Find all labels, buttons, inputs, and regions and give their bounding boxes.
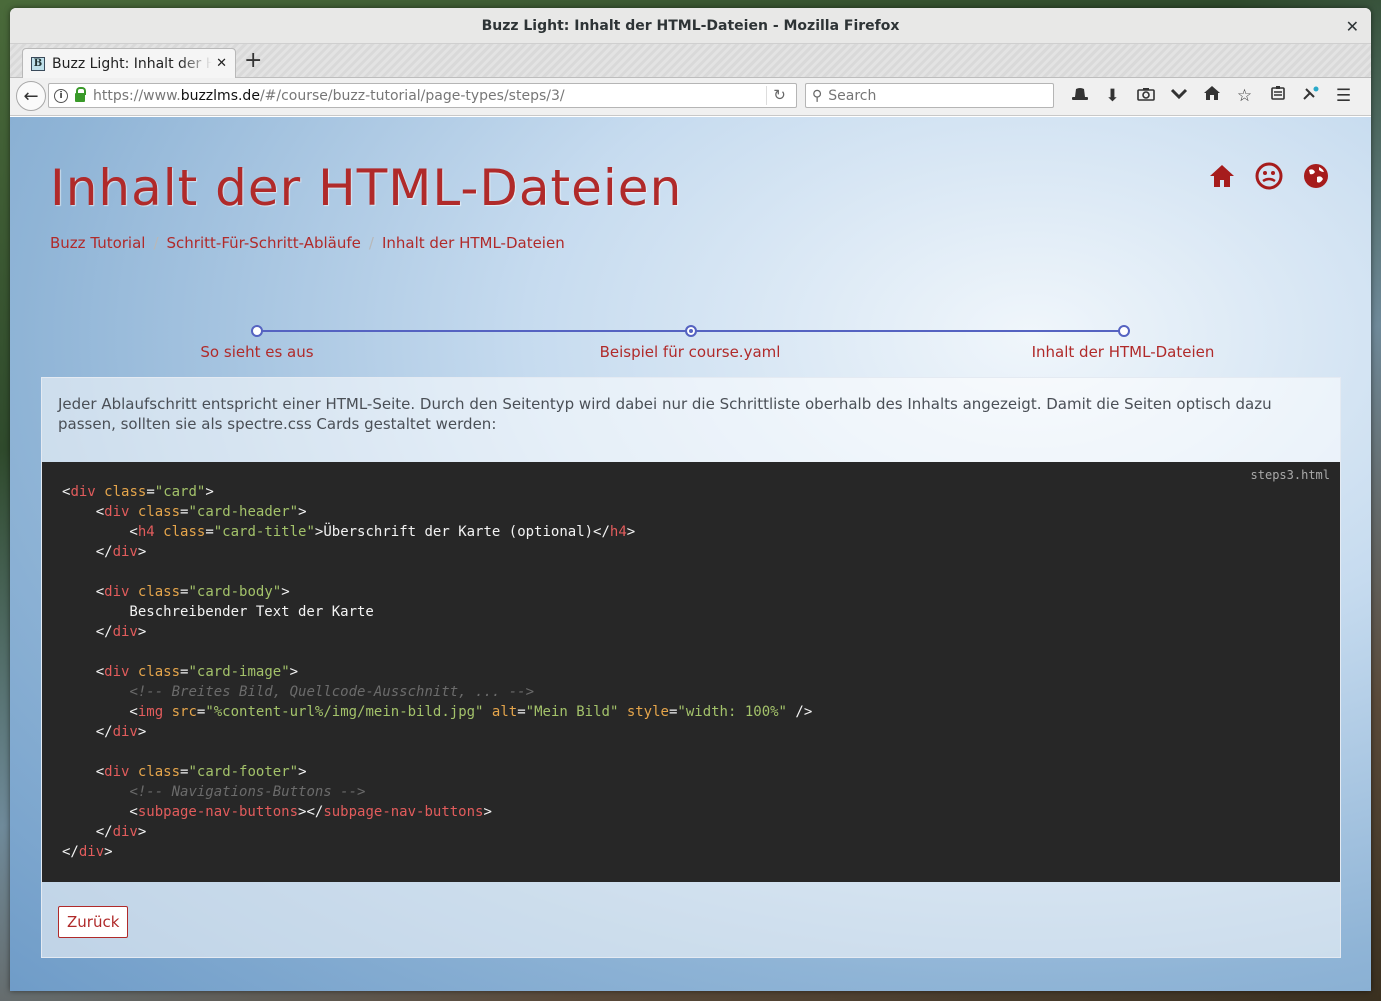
search-bar[interactable]: ⚲ bbox=[805, 83, 1054, 108]
hat-icon[interactable] bbox=[1063, 84, 1096, 108]
breadcrumb-separator: / bbox=[153, 234, 159, 252]
tab-title: Buzz Light: Inhalt der HTML-Dateien bbox=[52, 55, 212, 72]
page-content: Inhalt der HTML-Dateien Buzz Tutorial / … bbox=[10, 117, 1371, 991]
breadcrumb-item[interactable]: Inhalt der HTML-Dateien bbox=[382, 234, 565, 252]
globe-icon[interactable] bbox=[1301, 162, 1331, 192]
window-title: Buzz Light: Inhalt der HTML-Dateien - Mo… bbox=[481, 17, 900, 34]
back-button[interactable]: ← bbox=[16, 81, 46, 111]
code-filename: steps3.html bbox=[1250, 468, 1330, 482]
step-label[interactable]: So sieht es aus bbox=[200, 343, 313, 361]
home-icon[interactable] bbox=[1195, 84, 1228, 108]
breadcrumb: Buzz Tutorial / Schritt-Für-Schritt-Ablä… bbox=[50, 234, 565, 252]
url-text[interactable]: https://www.buzzlms.de/#/course/buzz-tut… bbox=[93, 88, 565, 104]
download-icon[interactable]: ⬇ bbox=[1096, 84, 1129, 108]
code-content: <div class="card"> <div class="card-head… bbox=[62, 484, 813, 860]
breadcrumb-item[interactable]: Schritt-Für-Schritt-Abläufe bbox=[167, 234, 361, 252]
bookmark-star-icon[interactable]: ☆ bbox=[1228, 84, 1261, 108]
step-dot[interactable] bbox=[251, 325, 263, 337]
step-label[interactable]: Beispiel für course.yaml bbox=[600, 343, 781, 361]
step-dot[interactable] bbox=[1118, 325, 1130, 337]
search-icon: ⚲ bbox=[812, 87, 823, 104]
screenshot-icon[interactable] bbox=[1129, 84, 1162, 108]
user-icon[interactable] bbox=[1254, 162, 1284, 192]
header-icons bbox=[1207, 162, 1331, 192]
breadcrumb-item[interactable]: Buzz Tutorial bbox=[50, 234, 145, 252]
step-label[interactable]: Inhalt der HTML-Dateien bbox=[1032, 343, 1215, 361]
menu-icon[interactable]: ☰ bbox=[1327, 84, 1360, 108]
step-dot-active[interactable] bbox=[685, 325, 697, 337]
new-tab-icon[interactable]: + bbox=[244, 50, 262, 72]
page-info-icon[interactable]: i bbox=[54, 88, 68, 103]
url-bar[interactable]: i https://www.buzzlms.de/#/course/buzz-t… bbox=[48, 83, 797, 108]
card-description: Jeder Ablaufschritt entspricht einer HTM… bbox=[58, 395, 1272, 433]
title-bar: Buzz Light: Inhalt der HTML-Dateien - Mo… bbox=[10, 8, 1371, 44]
close-window-icon[interactable]: ✕ bbox=[1346, 17, 1359, 36]
extension-icon[interactable] bbox=[1294, 84, 1327, 108]
toolbar-icons: ⬇ ☆ ☰ bbox=[1063, 84, 1360, 108]
content-card: Jeder Ablaufschritt entspricht einer HTM… bbox=[41, 377, 1341, 958]
step-list: So sieht es aus Beispiel für course.yaml… bbox=[10, 313, 1371, 363]
reading-list-icon[interactable] bbox=[1261, 84, 1294, 108]
back-arrow-icon: ← bbox=[23, 85, 39, 107]
pocket-icon[interactable] bbox=[1162, 84, 1195, 108]
reload-icon[interactable]: ↻ bbox=[766, 86, 792, 105]
search-input[interactable] bbox=[828, 87, 1039, 104]
navigation-bar: ← i https://www.buzzlms.de/#/course/buzz… bbox=[10, 78, 1371, 116]
card-footer: Zurück bbox=[58, 906, 129, 938]
breadcrumb-separator: / bbox=[368, 234, 374, 252]
site-favicon-icon: B bbox=[31, 56, 45, 71]
tab-close-icon[interactable]: ✕ bbox=[216, 56, 227, 71]
browser-window: Buzz Light: Inhalt der HTML-Dateien - Mo… bbox=[10, 8, 1371, 991]
code-block: steps3.html <div class="card"> <div clas… bbox=[42, 462, 1340, 882]
secure-lock-icon[interactable] bbox=[75, 87, 86, 102]
tab-active[interactable]: B Buzz Light: Inhalt der HTML-Dateien ✕ bbox=[22, 48, 236, 78]
home-icon[interactable] bbox=[1207, 162, 1237, 192]
back-button[interactable]: Zurück bbox=[58, 906, 129, 938]
page-title: Inhalt der HTML-Dateien bbox=[50, 159, 683, 217]
tab-bar: B Buzz Light: Inhalt der HTML-Dateien ✕ … bbox=[10, 44, 1371, 78]
